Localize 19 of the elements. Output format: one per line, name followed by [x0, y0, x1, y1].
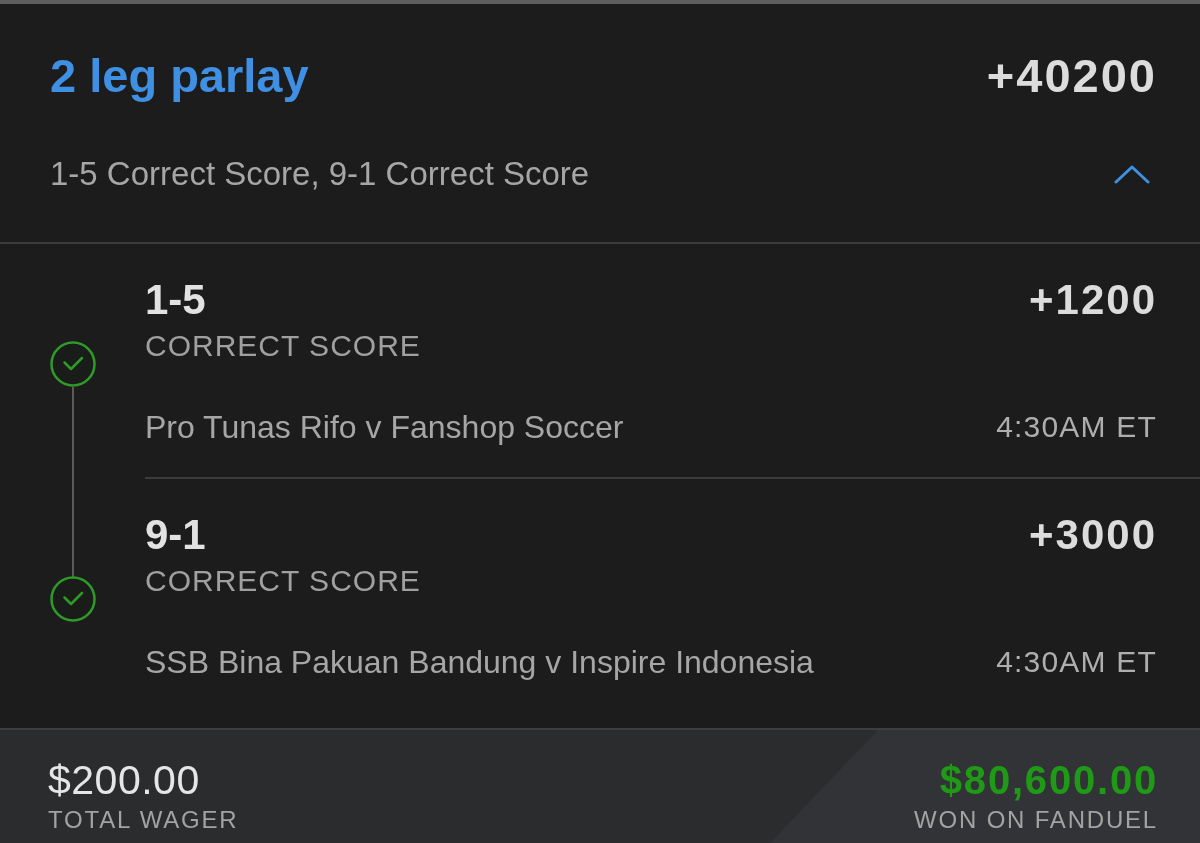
- leg-odds: +3000: [1029, 512, 1157, 558]
- payout-amount: $80,600.00: [939, 758, 1158, 802]
- payout-label: WON ON FANDUEL: [914, 806, 1158, 834]
- market-name: CORRECT SCORE: [145, 328, 421, 364]
- wager-amount: $200.00: [48, 758, 200, 802]
- bet-summary: 1-5 Correct Score, 9-1 Correct Score: [50, 154, 590, 194]
- leg-selection: 1-5: [145, 277, 206, 323]
- leg-selection: 9-1: [145, 512, 206, 558]
- market-name: CORRECT SCORE: [145, 563, 421, 599]
- event-time: 4:30AM ET: [996, 409, 1157, 445]
- wager-label: TOTAL WAGER: [48, 806, 239, 834]
- leg-odds: +1200: [1029, 277, 1157, 323]
- event-time: 4:30AM ET: [996, 644, 1157, 680]
- chevron-up-icon: [1114, 164, 1150, 184]
- bet-odds: +40200: [986, 48, 1157, 104]
- bet-title: 2 leg parlay: [50, 48, 309, 104]
- event-name: Pro Tunas Rifo v Fanshop Soccer: [145, 408, 624, 447]
- collapse-button[interactable]: [1114, 164, 1150, 184]
- event-name: SSB Bina Pakuan Bandung v Inspire Indonesia: [145, 643, 814, 682]
